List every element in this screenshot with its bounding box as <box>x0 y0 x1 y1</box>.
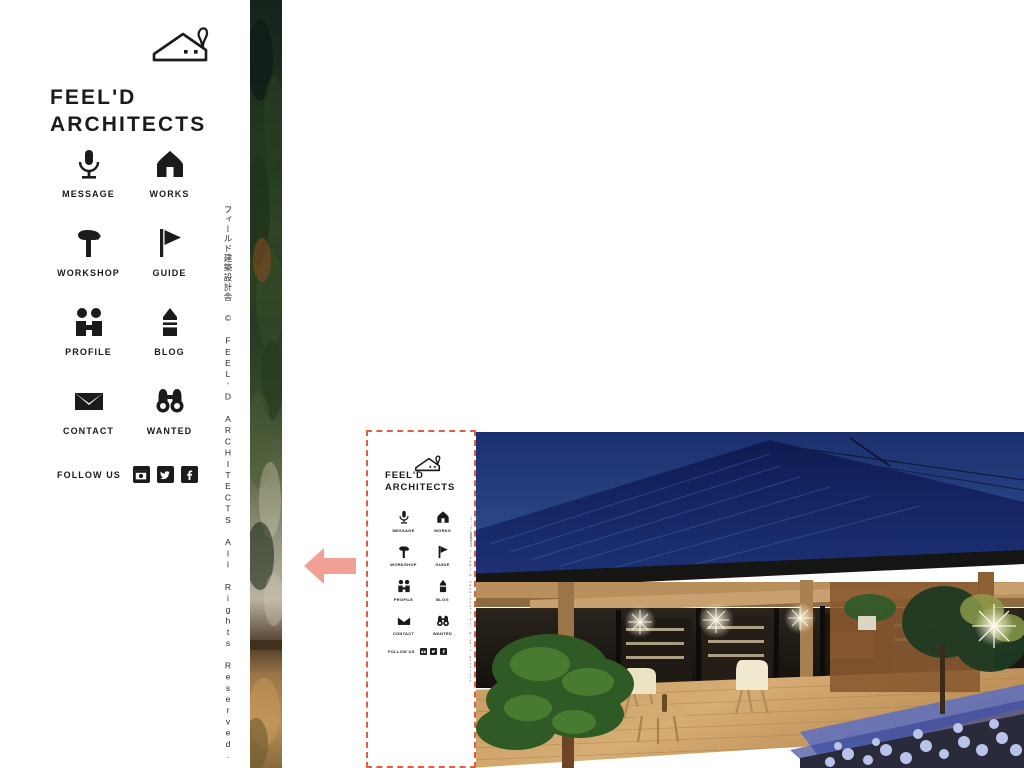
hammer-icon <box>398 545 409 558</box>
twitter-button[interactable] <box>429 648 437 655</box>
nav-label: MESSAGE <box>392 527 415 533</box>
people-icon <box>397 579 410 593</box>
nav-label: GUIDE <box>152 268 187 278</box>
pencil-icon <box>439 579 446 593</box>
house-icon <box>436 511 449 523</box>
nav-label: BLOG <box>436 596 449 602</box>
brand-wordmark: FEEL'D ARCHITECTS <box>385 470 456 493</box>
screenshot-root: FEEL'D ARCHITECTS MESSAGE WORKS WORKSHOP… <box>0 0 1024 768</box>
nav-label: CONTACT <box>62 426 115 436</box>
instagram-button[interactable] <box>132 466 150 483</box>
house-with-chimney-smoke-icon <box>152 27 209 62</box>
house-icon <box>156 151 183 177</box>
flag-icon <box>438 545 448 558</box>
nav-item-guide[interactable]: GUIDE <box>423 545 462 567</box>
nav-item-guide[interactable]: GUIDE <box>129 227 210 278</box>
nav-item-contact[interactable]: CONTACT <box>384 614 423 636</box>
site-sidebar: FEEL'D ARCHITECTS MESSAGE WORKS WORKSHOP… <box>0 0 250 768</box>
main-navigation-preview: MESSAGE WORKS WORKSHOP GUIDE PROFILE BLO… <box>384 510 462 636</box>
instagram-icon <box>136 470 147 479</box>
nav-item-works[interactable]: WORKS <box>129 148 210 199</box>
nav-item-contact[interactable]: CONTACT <box>48 385 129 436</box>
nav-label: WORKS <box>149 189 190 199</box>
nav-item-blog[interactable]: BLOG <box>423 579 462 602</box>
envelope-icon <box>74 393 103 410</box>
follow-us-row-preview: FOLLOW US <box>388 648 447 655</box>
vertical-copyright: フィールド建築設計舎 © FEEL'D ARCHITECTS All Right… <box>223 205 233 762</box>
people-icon <box>75 308 102 336</box>
brand-wordmark: FEEL'D ARCHITECTS <box>50 86 207 136</box>
facebook-button[interactable] <box>180 466 198 483</box>
nav-item-profile[interactable]: PROFILE <box>384 579 423 602</box>
microphone-icon <box>78 150 99 179</box>
facebook-icon <box>187 470 193 480</box>
nav-label: WORKSHOP <box>390 562 417 567</box>
sidebar-preview-highlight[interactable]: FEEL'D ARCHITECTS MESSAGE WORKS WORKSHOP… <box>366 430 476 768</box>
nav-label: PROFILE <box>65 347 112 357</box>
arrow-left-icon <box>304 548 356 584</box>
envelope-icon <box>397 617 410 625</box>
nav-label: PROFILE <box>393 596 414 602</box>
nav-label: MESSAGE <box>62 189 115 199</box>
photo-strip-image <box>250 0 282 768</box>
nav-item-blog[interactable]: BLOG <box>129 306 210 357</box>
instagram-button[interactable] <box>419 648 427 655</box>
nav-item-workshop[interactable]: WORKSHOP <box>384 545 423 567</box>
nav-item-wanted[interactable]: WANTED <box>423 614 462 636</box>
follow-us-label: FOLLOW US <box>57 469 121 480</box>
nav-label: WANTED <box>146 426 193 436</box>
twitter-icon <box>431 650 436 653</box>
project-photo <box>470 432 1024 768</box>
pencil-icon <box>162 308 177 336</box>
twitter-button[interactable] <box>156 466 174 483</box>
nav-label: WORKSHOP <box>57 268 120 278</box>
nav-label: WORKS <box>434 527 451 533</box>
main-navigation: MESSAGE WORKS WORKSHOP GUIDE PROFILE BLO… <box>48 148 210 436</box>
sidebar-preview-content: FEEL'D ARCHITECTS MESSAGE WORKS WORKSHOP… <box>368 432 474 766</box>
binoculars-icon <box>156 389 183 413</box>
nav-label: GUIDE <box>435 562 450 567</box>
follow-us-row: FOLLOW US <box>57 466 198 483</box>
instagram-icon <box>421 649 426 654</box>
left-photo-strip <box>250 0 282 768</box>
nav-item-wanted[interactable]: WANTED <box>129 385 210 436</box>
project-photo-image <box>470 432 1024 768</box>
facebook-button[interactable] <box>439 648 447 655</box>
nav-label: WANTED <box>432 631 453 636</box>
facebook-icon <box>442 649 445 654</box>
nav-label: CONTACT <box>392 631 415 636</box>
microphone-icon <box>398 510 409 524</box>
nav-item-profile[interactable]: PROFILE <box>48 306 129 357</box>
flag-icon <box>159 229 181 257</box>
twitter-icon <box>160 470 171 479</box>
nav-item-message[interactable]: MESSAGE <box>384 510 423 533</box>
nav-item-message[interactable]: MESSAGE <box>48 148 129 199</box>
follow-us-label: FOLLOW US <box>388 649 415 654</box>
nav-label: BLOG <box>154 347 185 357</box>
nav-item-workshop[interactable]: WORKSHOP <box>48 227 129 278</box>
binoculars-icon <box>436 615 449 626</box>
hammer-icon <box>77 230 101 257</box>
pointer-annotation <box>302 542 358 590</box>
vertical-copyright-preview: フィールド建築設計舎 © FEEL'D ARCHITECTS All Right… <box>469 517 472 687</box>
nav-item-works[interactable]: WORKS <box>423 510 462 533</box>
